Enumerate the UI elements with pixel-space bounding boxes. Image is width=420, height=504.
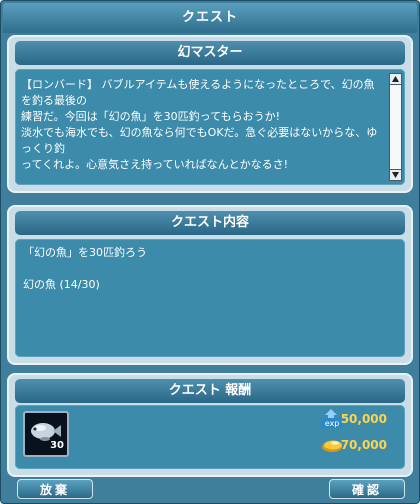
quest-content-box: 「幻の魚」を30匹釣ろう 幻の魚 (14/30) [15, 239, 405, 357]
reward-item-slot[interactable]: 30 [23, 411, 69, 457]
reward-box: 30 exp 50,000 70,000 [15, 405, 405, 469]
triangle-up-icon [392, 76, 399, 82]
triangle-down-icon [392, 172, 399, 178]
quest-objective: 「幻の魚」を30匹釣ろう [23, 246, 147, 259]
gold-value: 70,000 [340, 438, 387, 452]
npc-dialogue-panel: 幻マスター 【ロンバード】 バブルアイテムも使えるようになったところで、幻の魚を… [7, 35, 413, 193]
quest-window: クエスト 幻マスター 【ロンバード】 バブルアイテムも使えるようになったところで… [0, 0, 420, 504]
confirm-button[interactable]: 確認 [329, 479, 405, 499]
npc-dialogue-text: 【ロンバード】 バブルアイテムも使えるようになったところで、幻の魚を釣る最後の … [21, 78, 378, 171]
exp-value: 50,000 [340, 412, 387, 426]
quest-content-panel: クエスト内容 「幻の魚」を30匹釣ろう 幻の魚 (14/30) [7, 205, 413, 365]
scroll-down-button[interactable] [389, 169, 402, 181]
quest-content-heading: クエスト内容 [15, 211, 405, 235]
gold-reward: 70,000 [321, 435, 387, 455]
exp-reward: exp 50,000 [321, 409, 387, 429]
reward-item-count: 30 [50, 440, 64, 451]
svg-text:exp: exp [325, 419, 340, 428]
quest-reward-panel: クエスト 報酬 30 exp 50,000 70,000 [7, 373, 413, 477]
quest-progress: 幻の魚 (14/30) [23, 278, 100, 291]
abandon-button[interactable]: 放棄 [17, 479, 93, 499]
npc-panel-heading: 幻マスター [15, 41, 405, 65]
scroll-up-button[interactable] [389, 73, 402, 85]
dialogue-scrollbar[interactable] [389, 73, 402, 181]
window-title: クエスト [3, 3, 417, 33]
scroll-track[interactable] [389, 85, 402, 169]
npc-dialogue-box: 【ロンバード】 バブルアイテムも使えるようになったところで、幻の魚を釣る最後の … [15, 69, 405, 185]
reward-heading: クエスト 報酬 [15, 379, 405, 403]
